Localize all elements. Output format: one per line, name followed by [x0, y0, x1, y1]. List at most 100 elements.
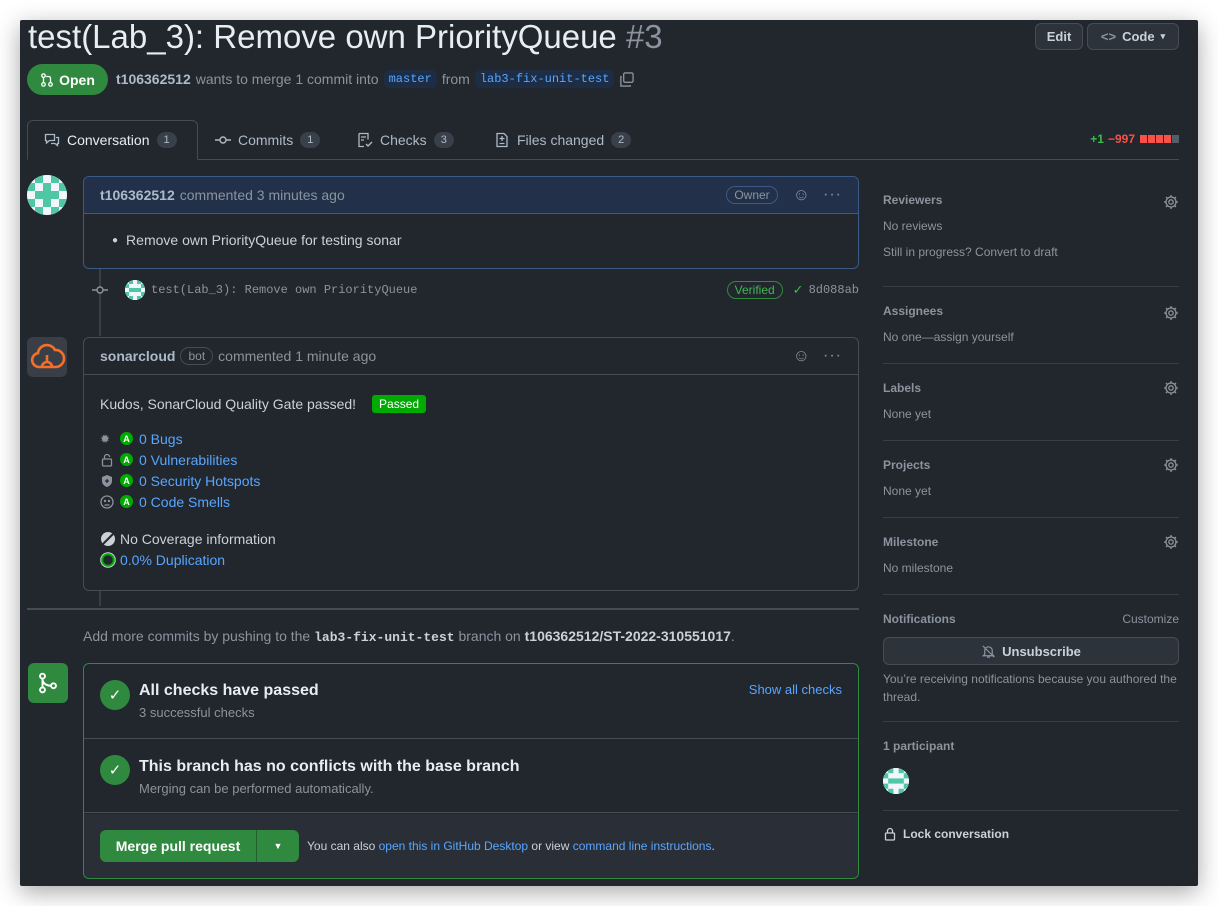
projects-heading[interactable]: Projects: [883, 458, 930, 472]
unsubscribe-button[interactable]: Unsubscribe: [883, 637, 1179, 665]
checklist-icon: [358, 132, 373, 148]
diffstat: +1 −997: [1090, 132, 1179, 146]
commit-sha[interactable]: 8d088ab: [809, 283, 859, 297]
metric-row: ✹ A 0 Bugs: [100, 428, 842, 449]
participants-heading: 1 participant: [883, 739, 955, 753]
pr-from-text: from: [441, 71, 470, 87]
copy-icon[interactable]: [619, 71, 635, 87]
pr-title: test(Lab_3): Remove own PriorityQueue #3: [28, 20, 663, 54]
commit-row: test(Lab_3): Remove own PriorityQueue Ve…: [91, 280, 859, 300]
avatar[interactable]: [27, 337, 67, 377]
assignees-heading[interactable]: Assignees: [883, 304, 943, 318]
duplication-row: 0.0% Duplication: [100, 549, 842, 570]
github-desktop-link[interactable]: open this in GitHub Desktop: [379, 839, 528, 853]
tab-commits[interactable]: Commits 1: [199, 120, 336, 160]
checks-section: ✓ All checks have passed 3 successful ch…: [84, 664, 858, 739]
metric-link[interactable]: 0 Security Hotspots: [139, 473, 260, 489]
bell-slash-icon: [981, 644, 996, 658]
sidebar-divider: [883, 810, 1179, 811]
metric-link[interactable]: 0 Code Smells: [139, 494, 230, 510]
owner-badge: Owner: [726, 186, 778, 204]
kebab-menu-icon[interactable]: ···: [823, 186, 842, 204]
projects-value: None yet: [883, 484, 932, 498]
tab-files-changed-label: Files changed: [517, 132, 605, 148]
comment-author[interactable]: t106362512: [100, 187, 175, 203]
duplication-link[interactable]: 0.0% Duplication: [120, 552, 225, 568]
kebab-menu-icon[interactable]: ···: [823, 347, 842, 365]
merge-pull-request-button[interactable]: Merge pull request: [100, 830, 257, 862]
pr-author[interactable]: t106362512: [116, 71, 191, 87]
milestone-heading[interactable]: Milestone: [883, 535, 938, 549]
merge-status-icon: [28, 663, 68, 703]
sidebar-divider: [883, 440, 1179, 441]
comment-header: sonarcloud bot commented 1 minute ago ☺ …: [84, 338, 858, 375]
show-all-checks-link[interactable]: Show all checks: [749, 682, 842, 697]
pr-number: #3: [625, 20, 663, 55]
conversation-icon: [44, 133, 60, 147]
comment-time[interactable]: commented 3 minutes ago: [180, 187, 345, 203]
base-branch[interactable]: master: [383, 70, 437, 88]
tab-checks[interactable]: Checks 3: [341, 120, 470, 160]
conflicts-subtitle: Merging can be performed automatically.: [139, 781, 374, 796]
gear-icon[interactable]: [1163, 194, 1179, 210]
tab-conversation[interactable]: Conversation 1: [27, 120, 198, 160]
comment-header: t106362512 commented 3 minutes ago Owner…: [84, 177, 858, 214]
gear-icon[interactable]: [1163, 534, 1179, 550]
avatar[interactable]: [125, 280, 145, 300]
metric-link[interactable]: 0 Bugs: [139, 431, 183, 447]
edit-button[interactable]: Edit: [1035, 23, 1083, 50]
smiley-icon[interactable]: ☺: [793, 185, 810, 205]
head-branch[interactable]: lab3-fix-unit-test: [474, 70, 615, 88]
comment-time[interactable]: commented 1 minute ago: [218, 348, 376, 364]
verified-badge[interactable]: Verified: [726, 281, 783, 299]
tab-checks-count: 3: [433, 132, 454, 148]
comment-author[interactable]: sonarcloud: [100, 348, 175, 364]
sidebar-divider: [883, 594, 1179, 595]
grade-badge: A: [120, 474, 133, 487]
sidebar-divider: [883, 517, 1179, 518]
check-icon: ✓: [792, 282, 804, 297]
comment-body-item: Remove own PriorityQueue for testing son…: [126, 232, 402, 248]
tab-files-changed[interactable]: Files changed 2: [478, 120, 647, 160]
commit-message[interactable]: test(Lab_3): Remove own PriorityQueue: [151, 283, 417, 297]
labels-heading[interactable]: Labels: [883, 381, 921, 395]
checks-subtitle: 3 successful checks: [139, 705, 255, 720]
participant-avatar[interactable]: [883, 768, 909, 794]
merge-options-dropdown[interactable]: ▼: [257, 830, 299, 862]
smell-icon: [100, 494, 114, 509]
gear-icon[interactable]: [1163, 305, 1179, 321]
metric-row: A 0 Vulnerabilities: [100, 449, 842, 470]
checks-title: All checks have passed: [139, 682, 319, 699]
gear-icon[interactable]: [1163, 380, 1179, 396]
sidebar-divider: [883, 721, 1179, 722]
convert-to-draft-link[interactable]: Still in progress? Convert to draft: [883, 245, 1058, 259]
comment-body: Kudos, SonarCloud Quality Gate passed! P…: [84, 395, 858, 570]
merge-box: ✓ All checks have passed 3 successful ch…: [83, 663, 859, 879]
sidebar-divider: [883, 363, 1179, 364]
smiley-icon[interactable]: ☺: [793, 346, 810, 366]
customize-link[interactable]: Customize: [1122, 612, 1179, 626]
lock-conversation-label: Lock conversation: [903, 827, 1010, 841]
merge-also-text: You can also: [307, 839, 376, 853]
push-hint-middle: branch on: [458, 628, 521, 644]
tab-files-changed-count: 2: [611, 132, 632, 148]
reviewers-heading[interactable]: Reviewers: [883, 193, 942, 207]
identicon-avatar-image: [883, 768, 909, 794]
milestone-value: No milestone: [883, 561, 954, 575]
shield-icon: [102, 474, 112, 487]
command-line-instructions-link[interactable]: command line instructions: [573, 839, 712, 853]
comment-card: sonarcloud bot commented 1 minute ago ☺ …: [83, 337, 859, 591]
metric-link[interactable]: 0 Vulnerabilities: [139, 452, 237, 468]
diffstat-additions: +1: [1090, 132, 1104, 146]
code-button[interactable]: <> Code ▾: [1087, 23, 1179, 50]
labels-value: None yet: [883, 407, 932, 421]
assignees-value[interactable]: No one—assign yourself: [883, 330, 1014, 344]
push-hint: Add more commits by pushing to the lab3-…: [83, 628, 735, 645]
gear-icon[interactable]: [1163, 457, 1179, 473]
lock-conversation-button[interactable]: Lock conversation: [883, 827, 1009, 841]
caret-down-icon: ▼: [273, 841, 283, 851]
duplication-icon: [100, 551, 116, 568]
avatar[interactable]: [27, 175, 67, 215]
identicon-avatar-image: [27, 175, 67, 215]
push-hint-branch: lab3-fix-unit-test: [314, 630, 455, 645]
